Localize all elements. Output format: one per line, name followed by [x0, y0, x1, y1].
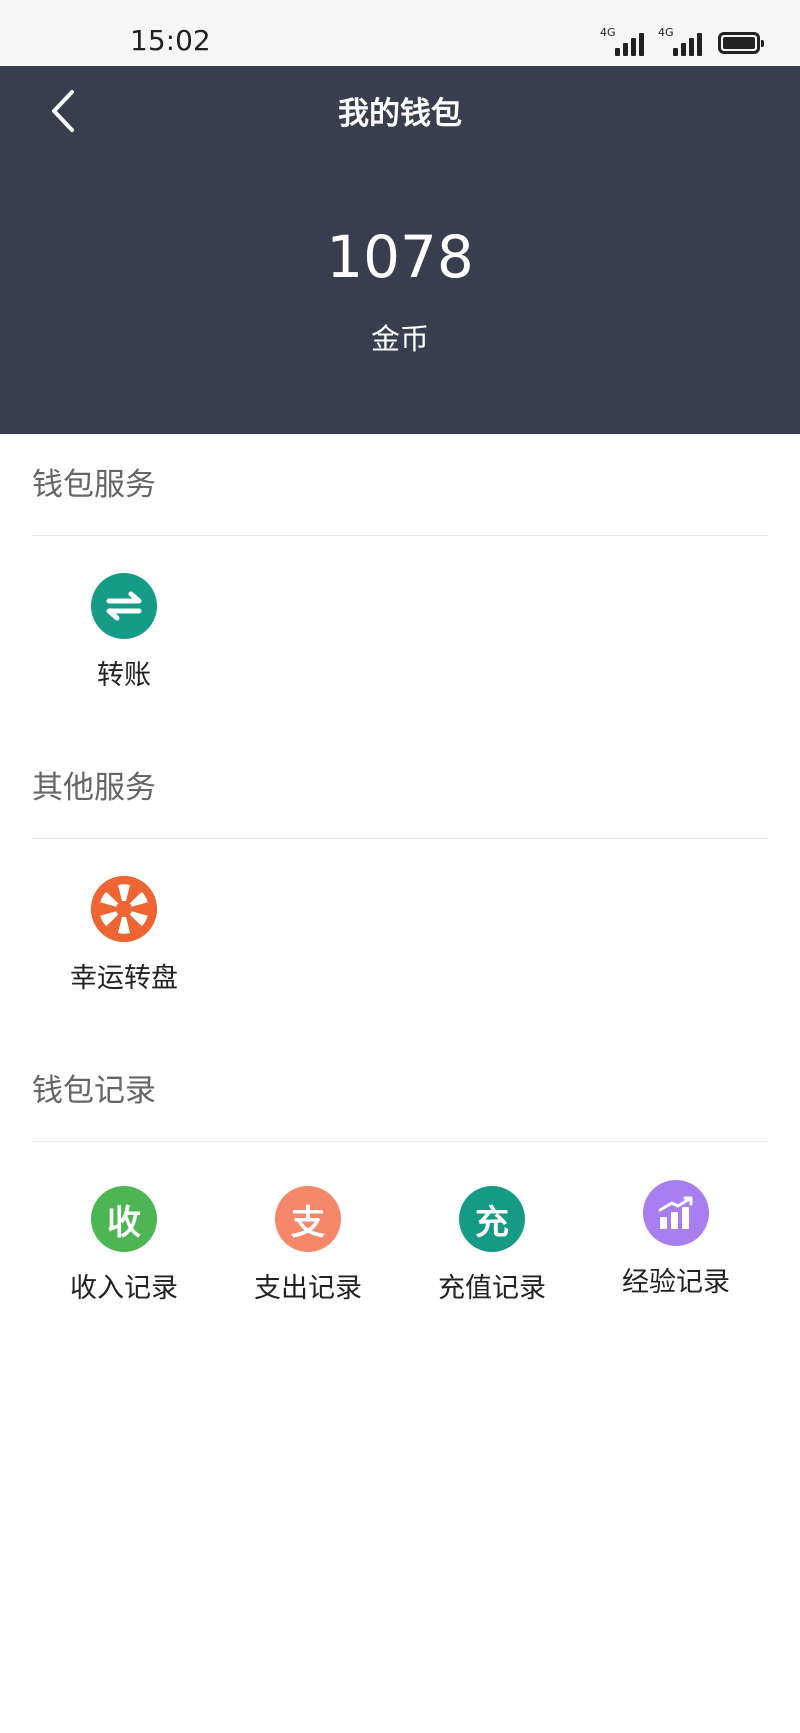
status-bar: 15:02 4G 4G	[0, 0, 800, 66]
wallet-service-grid: 转账	[32, 573, 768, 692]
section-title: 钱包记录	[32, 1040, 768, 1142]
balance-value: 1078	[326, 223, 474, 291]
wallet-records-grid: 收 收入记录 支 支出记录 充 充值记录 经验记录	[32, 1180, 768, 1305]
lucky-wheel-label: 幸运转盘	[70, 963, 178, 994]
income-record-label: 收入记录	[70, 1273, 178, 1304]
recharge-icon: 充	[459, 1186, 525, 1252]
page-title: 我的钱包	[338, 96, 462, 132]
network-type: 4G	[600, 26, 616, 39]
expense-icon: 支	[275, 1186, 341, 1252]
expense-record-label: 支出记录	[254, 1273, 362, 1304]
expense-record-item[interactable]: 支 支出记录	[216, 1186, 400, 1305]
transfer-item[interactable]: 转账	[32, 573, 216, 692]
experience-chart-icon	[643, 1180, 709, 1246]
transfer-label: 转账	[97, 660, 151, 691]
section-wallet-service: 钱包服务 转账	[32, 434, 768, 692]
battery-icon	[718, 32, 764, 54]
transfer-icon	[91, 573, 157, 639]
recharge-record-label: 充值记录	[438, 1273, 546, 1304]
section-other-service: 其他服务 幸运转盘	[32, 737, 768, 995]
signal-icon: 4G	[600, 26, 644, 56]
experience-record-label: 经验记录	[622, 1267, 730, 1298]
section-title: 钱包服务	[32, 434, 768, 536]
section-wallet-records: 钱包记录 收 收入记录 支 支出记录 充 充值记录 经验记录	[32, 1040, 768, 1305]
status-time: 15:02	[130, 24, 211, 57]
income-icon: 收	[91, 1186, 157, 1252]
lucky-wheel-item[interactable]: 幸运转盘	[32, 876, 216, 995]
balance-unit: 金币	[370, 322, 429, 356]
wallet-header: 我的钱包 1078 金币	[0, 66, 800, 434]
experience-record-item[interactable]: 经验记录	[584, 1180, 768, 1305]
recharge-record-item[interactable]: 充 充值记录	[400, 1186, 584, 1305]
other-service-grid: 幸运转盘	[32, 876, 768, 995]
lucky-wheel-icon	[91, 876, 157, 942]
signal-icon: 4G	[658, 26, 702, 56]
network-type: 4G	[658, 26, 674, 39]
section-title: 其他服务	[32, 737, 768, 839]
status-icons: 4G 4G	[600, 26, 764, 56]
income-record-item[interactable]: 收 收入记录	[32, 1186, 216, 1305]
